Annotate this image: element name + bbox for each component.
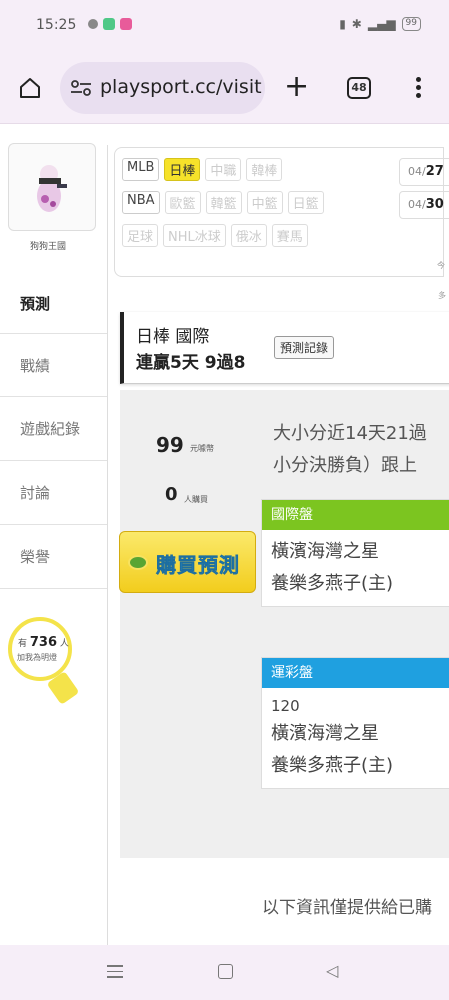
date-selector-2[interactable]: 04/30 — [399, 191, 449, 219]
tab-switcher-button[interactable]: 48 — [347, 77, 371, 99]
status-right: ▮ ✱ ▂▄▆ 99 — [339, 17, 421, 31]
filter-tag-korea-basketball[interactable]: 韓籃 — [205, 191, 242, 214]
purchase-info-note: 以下資訊僅提供給已購 — [262, 898, 432, 918]
home-button-icon[interactable] — [218, 964, 233, 979]
filter-row-1: MLB 日棒 中職 韓棒 — [122, 158, 283, 181]
league-filter-panel: MLB 日棒 中職 韓棒 NBA 歐籃 韓籃 中籃 日籃 足球 NHL冰球 俄冰… — [114, 147, 449, 277]
notification-icons — [88, 18, 132, 30]
filter-tag-euro-basketball[interactable]: 歐籃 — [164, 191, 201, 214]
follower-label: 加我為明燈 — [17, 653, 57, 662]
follow-bulb-button[interactable]: 有 736 人 加我為明燈 — [8, 617, 80, 709]
league-title: 日棒 國際 — [136, 327, 210, 347]
chat-icon — [88, 19, 98, 29]
vibrate-icon: ▮ — [339, 17, 346, 31]
filter-tag-npb[interactable]: 日棒 — [164, 158, 201, 181]
filter-row-3: 足球 NHL冰球 俄冰 賽馬 — [122, 224, 308, 247]
bluetooth-icon: ✱ — [351, 17, 362, 31]
note-more: 多 — [438, 291, 446, 300]
avatar[interactable] — [8, 143, 96, 231]
filter-tag-kbo[interactable]: 韓棒 — [246, 158, 283, 181]
battery-icon: 99 — [401, 17, 421, 31]
sidebar-item-prediction[interactable]: 預測 — [0, 275, 107, 333]
filter-tag-china-basketball[interactable]: 中籃 — [246, 191, 283, 214]
sidebar-item-game-log[interactable]: 遊戲紀錄 — [0, 397, 107, 461]
status-time: 15:25 — [36, 17, 77, 33]
price-value: 99 — [156, 433, 184, 457]
back-icon[interactable]: ◁ — [326, 961, 338, 980]
sidebar-item-discussion[interactable]: 討論 — [0, 461, 107, 525]
more-options-icon[interactable] — [414, 74, 422, 102]
prediction-description: 大小分近14天21過 小分決勝負）跟上 — [273, 423, 427, 476]
buyer-count-box: 0 人購買 — [120, 480, 256, 520]
pick-card-body: 橫濱海灣之星 養樂多燕子(主) — [262, 530, 449, 606]
filter-tag-mlb[interactable]: MLB — [122, 158, 160, 181]
buy-prediction-button[interactable]: 購買預測 — [119, 531, 256, 593]
pick-number: 120 — [271, 697, 300, 715]
filter-tag-nba[interactable]: NBA — [122, 191, 160, 214]
status-bar: 15:25 ▮ ✱ ▂▄▆ 99 — [0, 0, 449, 52]
buyer-unit: 人購買 — [184, 495, 208, 504]
divider — [107, 145, 108, 945]
pick-card-body: 120 橫濱海灣之星 養樂多燕子(主) — [262, 688, 449, 788]
coin-icon — [128, 555, 148, 570]
recent-apps-icon[interactable] — [107, 965, 123, 979]
filter-tag-horse-racing[interactable]: 賽馬 — [271, 224, 308, 247]
pick-card-header: 國際盤 — [262, 500, 449, 530]
price-unit: 元噱幣 — [190, 444, 214, 453]
new-tab-icon[interactable]: + — [284, 72, 309, 102]
buy-prediction-label: 購買預測 — [156, 553, 240, 578]
app-icon-green — [103, 18, 115, 30]
prediction-record-button[interactable]: 預測記錄 — [274, 336, 335, 359]
sidebar-item-honor[interactable]: 榮譽 — [0, 525, 107, 589]
pick-team-2: 養樂多燕子(主) — [271, 573, 394, 594]
win-streak: 連贏5天 9過8 — [136, 353, 246, 373]
url-text: playsport.cc/visit — [100, 76, 262, 98]
sidebar-nav: 預測 戰績 遊戲紀錄 討論 榮譽 — [0, 275, 107, 589]
pick-team-2: 養樂多燕子(主) — [271, 755, 394, 776]
price-box: 99 元噱幣 — [120, 415, 256, 467]
pick-card-header: 運彩盤 — [262, 658, 449, 688]
filter-tag-nhl[interactable]: NHL冰球 — [163, 224, 226, 247]
pick-card-international: 國際盤 橫濱海灣之星 養樂多燕子(主) — [261, 499, 449, 607]
pick-card-sports-lottery: 運彩盤 120 橫濱海灣之星 養樂多燕子(主) — [261, 657, 449, 789]
buyer-count: 0 — [165, 484, 178, 505]
pick-team-1: 橫濱海灣之星 — [271, 723, 379, 744]
avatar-image — [37, 165, 67, 212]
filter-tag-japan-basketball[interactable]: 日籃 — [287, 191, 324, 214]
follower-count: 有 736 人 — [18, 635, 69, 650]
sidebar-item-record[interactable]: 戰績 — [0, 333, 107, 397]
filter-tag-soccer[interactable]: 足球 — [122, 224, 159, 247]
date-selector-1[interactable]: 04/27 — [399, 158, 449, 186]
site-settings-icon[interactable] — [70, 79, 92, 97]
system-nav-bar: ◁ — [0, 945, 449, 1000]
pick-team-1: 橫濱海灣之星 — [271, 541, 379, 562]
note-today: 今 — [437, 261, 445, 270]
record-header: 日棒 國際 連贏5天 9過8 預測記錄 — [120, 312, 449, 384]
home-icon[interactable] — [18, 76, 42, 100]
address-bar[interactable]: playsport.cc/visit — [60, 62, 265, 114]
app-icon-pink — [120, 18, 132, 30]
page-content: 狗狗王國 預測 戰績 遊戲紀錄 討論 榮譽 有 736 人 加我為明燈 MLB … — [0, 125, 449, 945]
profile-name: 狗狗王國 — [30, 242, 67, 252]
filter-tag-cpbl[interactable]: 中職 — [205, 158, 242, 181]
filter-tag-khl[interactable]: 俄冰 — [230, 224, 267, 247]
filter-row-2: NBA 歐籃 韓籃 中籃 日籃 — [122, 191, 324, 214]
browser-toolbar: playsport.cc/visit + 48 — [0, 52, 449, 124]
signal-icon: ▂▄▆ — [367, 17, 396, 31]
